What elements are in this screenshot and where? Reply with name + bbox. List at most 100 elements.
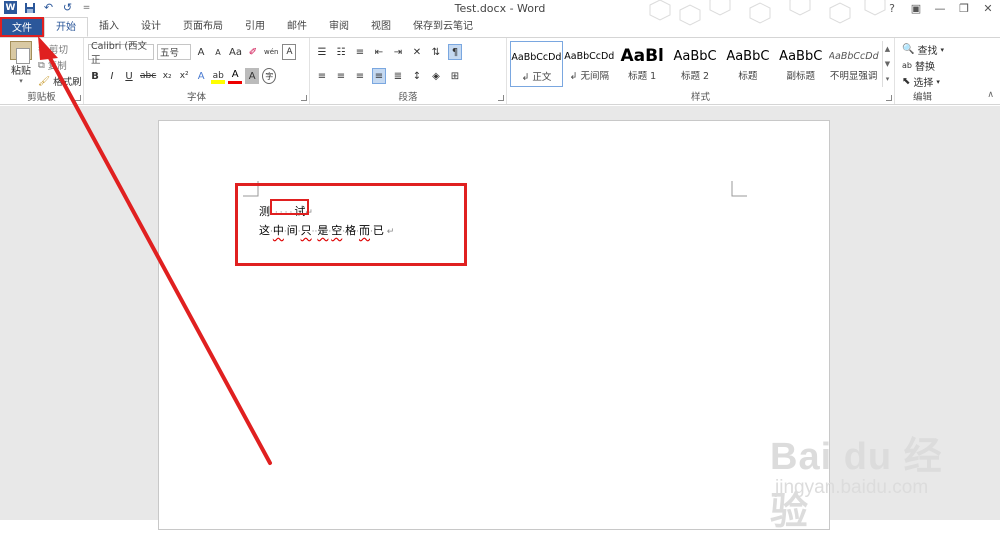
paste-button[interactable]: 粘贴 ▾ [6, 41, 36, 85]
style-heading-2[interactable]: AaBbC 标题 2 [669, 41, 722, 87]
tab-file[interactable]: 文件 [0, 17, 44, 37]
align-right-icon[interactable]: ≡ [353, 68, 367, 84]
style-normal[interactable]: AaBbCcDd ↲ 正文 [510, 41, 563, 87]
collapse-ribbon-icon[interactable]: ∧ [987, 90, 994, 100]
styles-gallery-scroll[interactable]: ▲ ▼ ▾ [882, 41, 892, 87]
copy-button[interactable]: ⧉ 复制 [38, 58, 67, 73]
tab-view[interactable]: 视图 [360, 17, 402, 37]
bullets-icon[interactable]: ☰ [315, 44, 329, 60]
tab-references[interactable]: 引用 [234, 17, 276, 37]
enclose-characters-button[interactable]: 字 [262, 68, 277, 84]
clear-format-icon[interactable]: ✐ [246, 44, 260, 60]
tab-home[interactable]: 开始 [44, 17, 88, 37]
align-center-icon[interactable]: ≡ [334, 68, 348, 84]
clipboard-group: 粘贴 ▾ ✂ 剪切 ⧉ 复制 🖌 格式刷 剪贴板 [0, 38, 84, 104]
grow-font-button[interactable]: A [194, 44, 208, 60]
style-name: 不明显强调 [829, 71, 878, 82]
font-color-button[interactable]: A [228, 68, 243, 84]
shading-icon[interactable]: ◈ [429, 68, 443, 84]
font-launcher-icon[interactable] [301, 95, 307, 101]
chinese-layout-icon[interactable]: ✕ [410, 44, 424, 60]
paragraph-group: ☰ ☷ ≡ ⇤ ⇥ ✕ ⇅ ¶ ≡ ≡ ≡ ≡ ≣ ↕ ◈ ⊞ 段落 [310, 38, 507, 104]
style-subtitle[interactable]: AaBbC 副标题 [774, 41, 827, 87]
crop-mark-top-right [731, 181, 747, 197]
justify-icon[interactable]: ≡ [372, 68, 386, 84]
style-preview: AaBbCcDd [828, 50, 879, 62]
document-page[interactable]: 测·····试↵ 这·中·间·只··是·空·格·而·已 ↵ [158, 120, 830, 530]
shrink-font-button[interactable]: A [211, 44, 225, 60]
copy-label: 复制 [47, 61, 67, 72]
line-spacing-icon[interactable]: ↕ [410, 68, 424, 84]
paste-icon [10, 41, 32, 64]
cut-button[interactable]: ✂ 剪切 [38, 42, 68, 57]
superscript-button[interactable]: x² [177, 68, 191, 84]
paste-label: 粘贴 [11, 66, 31, 77]
subscript-button[interactable]: x₂ [160, 68, 174, 84]
style-subtle-emphasis[interactable]: AaBbCcDd 不明显强调 [827, 41, 880, 87]
tab-layout[interactable]: 页面布局 [172, 17, 234, 37]
window-controls: ? ▣ — ❐ ✕ [880, 0, 1000, 17]
find-icon: 🔍 [902, 44, 915, 55]
distributed-icon[interactable]: ≣ [391, 68, 405, 84]
tab-review[interactable]: 审阅 [318, 17, 360, 37]
format-painter-label: 格式刷 [53, 77, 82, 88]
find-button[interactable]: 🔍 查找 ▾ [902, 42, 944, 57]
gallery-more-icon[interactable]: ▾ [886, 75, 890, 83]
style-preview: AaBbC [726, 48, 770, 64]
annotation-box-spaces [270, 199, 309, 215]
text-effects-button[interactable]: A [194, 68, 208, 84]
brush-icon: 🖌 [38, 75, 51, 87]
select-button[interactable]: ⬉ 选择 ▾ [902, 74, 940, 89]
numbering-icon[interactable]: ☷ [334, 44, 348, 60]
font-name-combo[interactable]: Calibri (西文正 [88, 41, 154, 66]
chevron-down-icon[interactable]: ▼ [885, 60, 890, 68]
tab-design[interactable]: 设计 [130, 17, 172, 37]
paste-dropdown-icon[interactable]: ▾ [19, 77, 23, 85]
paragraph-group-label: 段落 [398, 92, 418, 103]
tab-save-to-cloud-notes[interactable]: 保存到云笔记 [402, 17, 484, 37]
underline-button[interactable]: U [122, 68, 136, 84]
watermark-url: jingyan.baidu.com [775, 477, 929, 498]
phonetic-guide-button[interactable]: wén [263, 44, 279, 60]
character-border-button[interactable]: A [282, 44, 297, 60]
font-group: Calibri (西文正 五号 A A Aa ✐ wén A B I U abc… [84, 38, 310, 104]
minimize-button[interactable]: — [928, 0, 952, 17]
multilevel-list-icon[interactable]: ≡ [353, 44, 367, 60]
copy-icon: ⧉ [38, 59, 45, 71]
replace-label: 替换 [914, 62, 935, 73]
style-name: 标题 2 [680, 71, 710, 82]
paragraph-launcher-icon[interactable] [498, 95, 504, 101]
italic-button[interactable]: I [105, 68, 119, 84]
select-label: 选择 [913, 78, 934, 89]
restore-button[interactable]: ❐ [952, 0, 976, 17]
bold-button[interactable]: B [88, 68, 102, 84]
strikethrough-button[interactable]: abc [139, 68, 157, 84]
increase-indent-icon[interactable]: ⇥ [391, 44, 405, 60]
chevron-up-icon[interactable]: ▲ [885, 45, 890, 53]
replace-button[interactable]: ab 替换 [902, 58, 935, 73]
close-button[interactable]: ✕ [976, 0, 1000, 17]
style-heading-1[interactable]: AaBl 标题 1 [616, 41, 669, 87]
sort-icon[interactable]: ⇅ [429, 44, 443, 60]
style-name: ↲ 无间隔 [569, 71, 610, 82]
styles-launcher-icon[interactable] [886, 95, 892, 101]
change-case-button[interactable]: Aa [228, 44, 243, 60]
style-name: 副标题 [786, 71, 815, 82]
font-size-combo[interactable]: 五号 [157, 44, 191, 60]
clipboard-launcher-icon[interactable] [75, 95, 81, 101]
decrease-indent-icon[interactable]: ⇤ [372, 44, 386, 60]
borders-icon[interactable]: ⊞ [448, 68, 462, 84]
highlight-button[interactable]: ab [211, 68, 226, 84]
show-marks-icon[interactable]: ¶ [448, 44, 462, 60]
style-name: 标题 [738, 71, 758, 82]
style-no-spacing[interactable]: AaBbCcDd ↲ 无间隔 [563, 41, 616, 87]
tab-insert[interactable]: 插入 [88, 17, 130, 37]
align-left-icon[interactable]: ≡ [315, 68, 329, 84]
annotation-box-text [235, 183, 467, 266]
help-button[interactable]: ? [880, 0, 904, 17]
character-shading-button[interactable]: A [245, 68, 260, 84]
format-painter-button[interactable]: 🖌 格式刷 [38, 74, 82, 89]
ribbon-display-button[interactable]: ▣ [904, 0, 928, 17]
style-title[interactable]: AaBbC 标题 [721, 41, 774, 87]
tab-mailings[interactable]: 邮件 [276, 17, 318, 37]
